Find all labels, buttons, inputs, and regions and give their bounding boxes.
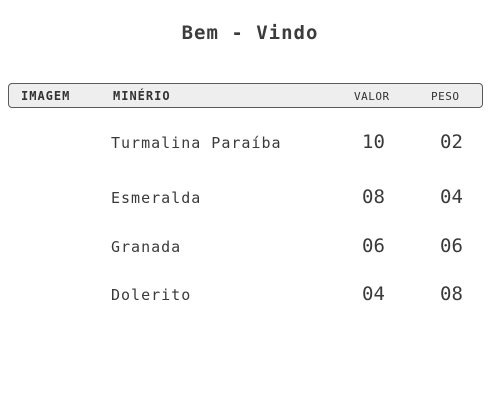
mineral-value: 10: [362, 131, 385, 153]
mineral-weight: 08: [440, 283, 463, 305]
table-row[interactable]: Esmeralda 08 04: [0, 186, 500, 210]
mineral-image-slot: [20, 186, 80, 210]
mineral-weight: 04: [440, 186, 463, 208]
header-mineral: MINÉRIO: [113, 89, 171, 103]
mineral-weight: 06: [440, 235, 463, 257]
mineral-name: Granada: [111, 238, 182, 256]
mineral-name: Dolerito: [111, 286, 192, 304]
mineral-name: Turmalina Paraíba: [111, 134, 282, 152]
header-weight: PESO: [431, 90, 460, 103]
page-title: Bem - Vindo: [181, 22, 319, 44]
table-row[interactable]: Granada 06 06: [0, 235, 500, 259]
mineral-value: 04: [362, 283, 385, 305]
table-header: IMAGEM MINÉRIO VALOR PESO: [8, 83, 483, 108]
mineral-image-slot: [20, 235, 80, 259]
mineral-value: 06: [362, 235, 385, 257]
header-value: VALOR: [354, 90, 390, 103]
table-row[interactable]: Turmalina Paraíba 10 02: [0, 131, 500, 155]
header-image: IMAGEM: [21, 89, 71, 103]
mineral-image-slot: [20, 131, 80, 155]
mineral-image-slot: [20, 283, 80, 307]
mineral-name: Esmeralda: [111, 189, 202, 207]
mineral-value: 08: [362, 186, 385, 208]
table-row[interactable]: Dolerito 04 08: [0, 283, 500, 307]
mineral-weight: 02: [440, 131, 463, 153]
